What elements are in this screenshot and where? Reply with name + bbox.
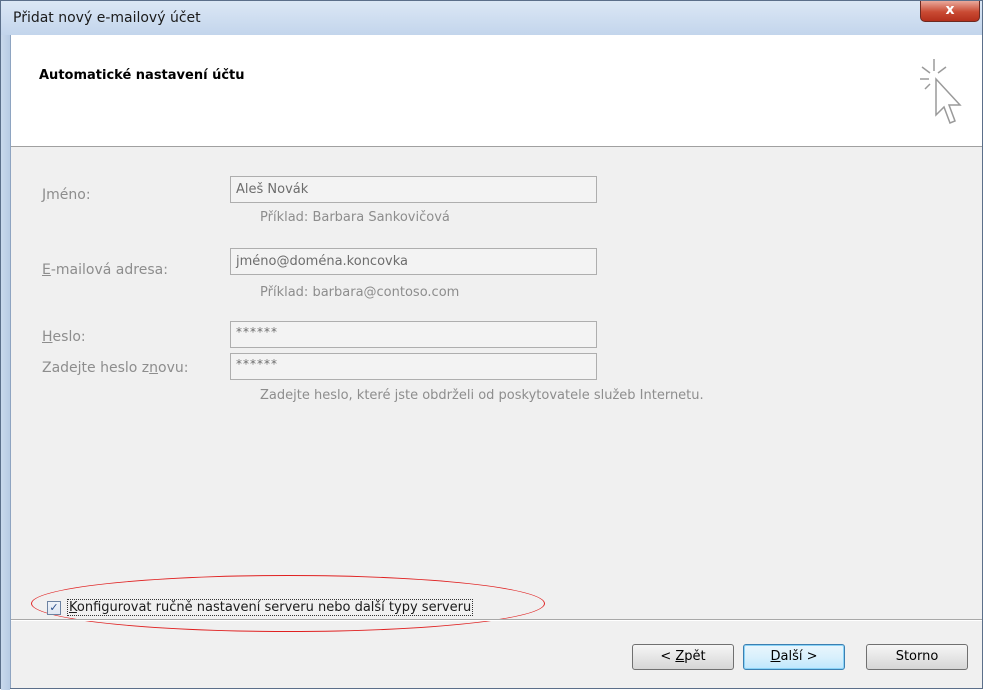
close-button[interactable]: x [920, 1, 980, 22]
close-icon: x [945, 2, 955, 18]
header-panel: Automatické nastavení účtu [11, 35, 982, 147]
window-title: Přidat nový e-mailový účet [13, 10, 201, 26]
password-hint: Zadejte heslo, které jste obdrželi od po… [260, 388, 704, 403]
back-button[interactable]: < Zpět [632, 644, 734, 670]
page-heading: Automatické nastavení účtu [39, 68, 245, 83]
manual-config-checkbox[interactable]: ✓ [47, 601, 61, 615]
manual-config-label[interactable]: Konfigurovat ručně nastavení serveru neb… [67, 599, 474, 616]
password-label: Heslo: [42, 329, 86, 345]
dialog-content: Automatické nastavení účtu Jméno: Aleš N… [10, 35, 982, 688]
name-label: Jméno: [42, 187, 91, 203]
cancel-button[interactable]: Storno [866, 644, 968, 670]
password-field[interactable]: ****** [230, 321, 597, 348]
email-field[interactable]: jméno@doména.koncovka [230, 248, 597, 275]
title-bar[interactable]: Přidat nový e-mailový účet x [1, 1, 982, 35]
sparkle-cursor-icon [920, 59, 962, 124]
name-hint: Příklad: Barbara Sankovičová [260, 210, 450, 225]
dialog-window: Přidat nový e-mailový účet x Automatické… [0, 0, 983, 690]
window-frame-left [1, 35, 10, 690]
name-field[interactable]: Aleš Novák [230, 176, 597, 203]
email-hint: Příklad: barbara@contoso.com [260, 285, 460, 300]
checkmark-icon: ✓ [49, 601, 59, 614]
footer-separator [11, 619, 982, 621]
password-confirm-label: Zadejte heslo znovu: [42, 360, 189, 376]
next-button[interactable]: Další > [743, 644, 845, 670]
password-confirm-field[interactable]: ****** [230, 353, 597, 380]
email-label: E-mailová adresa: [42, 262, 168, 278]
